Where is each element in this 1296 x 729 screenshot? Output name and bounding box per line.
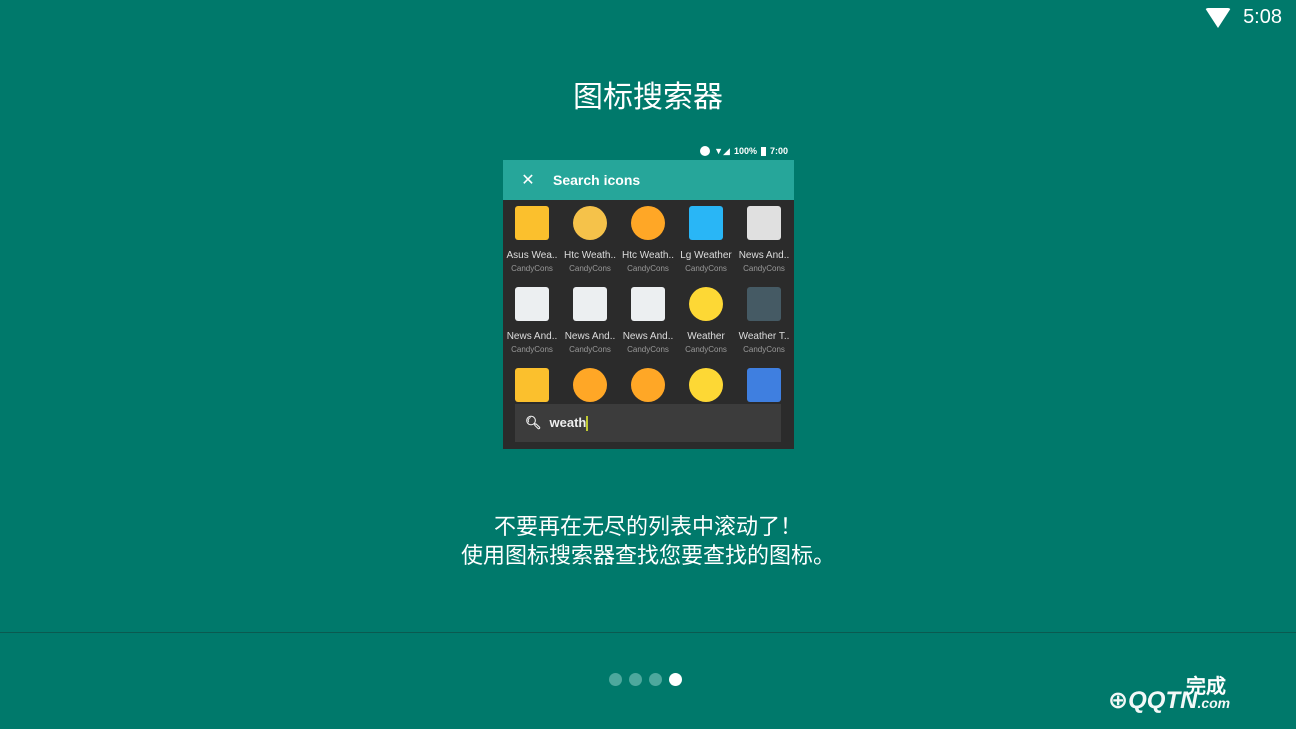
weather-icon (515, 206, 549, 240)
watermark-logo: ⊕QQTN.com (1108, 687, 1231, 714)
description-line-2: 使用图标搜索器查找您要查找的图标。 (460, 543, 835, 568)
icon-item[interactable]: News And.. CandyCons (561, 287, 619, 368)
icon-pack: CandyCons (685, 345, 727, 354)
weather-icon (573, 287, 607, 321)
icon-pack: CandyCons (511, 345, 553, 354)
page-dot[interactable] (629, 673, 642, 686)
search-toolbar: ✕ Search icons (503, 160, 794, 200)
weather-icon (747, 206, 781, 240)
icon-name: Weather T.. (738, 331, 790, 342)
dnd-icon (700, 146, 711, 156)
page-indicator (609, 673, 682, 686)
icon-name: News And.. (622, 331, 674, 342)
weather-icon (747, 368, 781, 402)
page-title: 图标搜索器 (573, 81, 723, 114)
icon-item[interactable]: Htc Weath.. CandyCons (561, 206, 619, 287)
weather-icon (689, 287, 723, 321)
icon-item[interactable]: News And.. CandyCons (503, 287, 561, 368)
icon-name: News And.. (738, 250, 790, 261)
icon-pack: CandyCons (627, 345, 669, 354)
icon-pack: CandyCons (569, 264, 611, 273)
icon-item[interactable]: Weather T.. CandyCons (735, 287, 793, 368)
close-icon[interactable]: ✕ (503, 170, 553, 190)
divider (0, 632, 1296, 633)
battery-text: 100% (733, 146, 757, 156)
icon-name: News And.. (506, 331, 558, 342)
search-input[interactable]: 🔍︎ weath (515, 404, 781, 442)
search-icon: 🔍︎ (525, 415, 542, 430)
weather-icon (631, 287, 665, 321)
wifi-icon (1205, 7, 1232, 28)
icon-pack: CandyCons (569, 345, 611, 354)
description: 不要再在无尽的列表中滚动了！ 使用图标搜索器查找您要查找的图标。 (0, 512, 1296, 570)
icon-name: Asus Wea.. (506, 250, 558, 261)
weather-icon (515, 368, 549, 402)
icon-name: Htc Weath.. (621, 250, 675, 261)
search-value: weath (549, 414, 587, 430)
icon-pack: CandyCons (627, 264, 669, 273)
icon-name: Weather (687, 331, 725, 342)
preview-status-bar: ▼◢ 100% 7:00 (503, 142, 794, 160)
weather-icon (515, 287, 549, 321)
page-dot[interactable] (669, 673, 682, 686)
icon-item[interactable]: Weather CandyCons (677, 287, 735, 368)
icon-item[interactable]: Htc Weath.. CandyCons (619, 206, 677, 287)
icon-pack: CandyCons (511, 264, 553, 273)
icon-item[interactable]: News And.. CandyCons (735, 206, 793, 287)
screenshot-preview: ▼◢ 100% 7:00 ✕ Search icons Asus Wea.. C… (503, 142, 794, 449)
page-dot[interactable] (609, 673, 622, 686)
page-dot[interactable] (649, 673, 662, 686)
weather-icon (631, 368, 665, 402)
weather-icon (573, 206, 607, 240)
weather-icon (631, 206, 665, 240)
battery-icon (760, 146, 766, 156)
icon-name: News And.. (564, 331, 616, 342)
toolbar-title: Search icons (553, 172, 641, 188)
icon-pack: CandyCons (743, 264, 785, 273)
weather-icon (689, 206, 723, 240)
icon-item[interactable]: News And.. CandyCons (619, 287, 677, 368)
icon-item[interactable]: Asus Wea.. CandyCons (503, 206, 561, 287)
description-line-1: 不要再在无尽的列表中滚动了！ (493, 514, 802, 539)
clock: 5:08 (1243, 6, 1282, 28)
icon-grid: Asus Wea.. CandyCons Htc Weath.. CandyCo… (503, 200, 794, 449)
weather-icon (573, 368, 607, 402)
weather-icon (689, 368, 723, 402)
weather-icon (747, 287, 781, 321)
icon-item[interactable]: Lg Weather CandyCons (677, 206, 735, 287)
signal-icon: ▼◢ (714, 145, 730, 156)
preview-time: 7:00 (769, 146, 788, 156)
icon-name: Lg Weather (680, 250, 732, 261)
icon-pack: CandyCons (743, 345, 785, 354)
icon-pack: CandyCons (685, 264, 727, 273)
icon-name: Htc Weath.. (563, 250, 617, 261)
system-status-bar: 5:08 (1205, 6, 1282, 29)
